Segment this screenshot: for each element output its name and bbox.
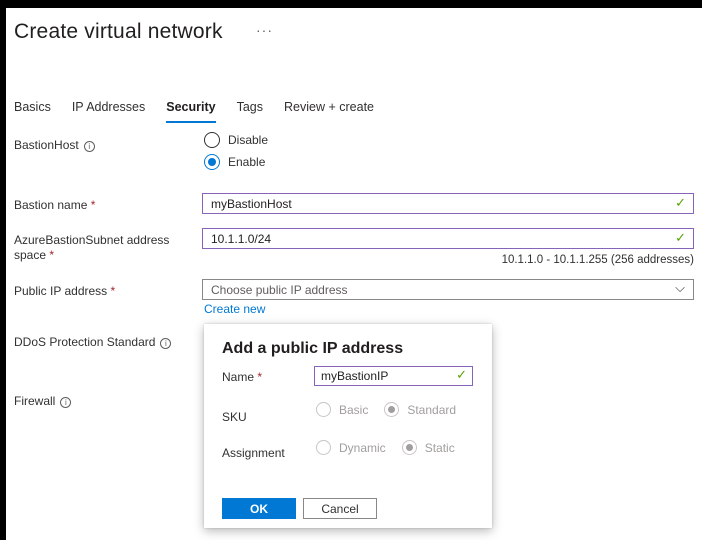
page-title: Create virtual network	[14, 20, 223, 43]
check-icon: ✓	[675, 230, 686, 245]
more-options-icon[interactable]: ···	[256, 22, 273, 38]
info-icon[interactable]: i	[83, 141, 95, 152]
radio-basic[interactable]	[316, 402, 331, 417]
info-icon[interactable]: i	[60, 397, 72, 408]
radio-dynamic[interactable]	[316, 440, 331, 455]
create-new-link[interactable]: Create new	[204, 302, 265, 316]
public-ip-label: Public IP address *	[14, 284, 116, 298]
bastion-name-label: Bastion name *	[14, 198, 96, 212]
blade: Create virtual network ··· Basics IP Add…	[6, 8, 702, 540]
add-public-ip-dialog: Add a public IP address Name * myBastion…	[204, 324, 492, 528]
bastion-name-input[interactable]: myBastionHost ✓	[202, 193, 694, 214]
sku-radio-group: Basic Standard	[316, 402, 456, 417]
chevron-down-icon: ⌵	[675, 280, 685, 295]
ok-button[interactable]: OK	[222, 498, 296, 519]
tab-ip-addresses[interactable]: IP Addresses	[72, 100, 145, 126]
bastion-host-label: BastionHost i	[14, 138, 95, 153]
wizard-tabs: Basics IP Addresses Security Tags Review…	[14, 100, 395, 126]
cancel-button[interactable]: Cancel	[303, 498, 377, 519]
radio-static[interactable]	[401, 440, 417, 455]
radio-checked-icon[interactable]	[204, 154, 220, 170]
radio-disable[interactable]: Disable	[204, 132, 268, 148]
check-icon: ✓	[456, 367, 467, 382]
subnet-address-label: AzureBastionSubnet address space *	[14, 233, 170, 262]
firewall-label: Firewall i	[14, 394, 72, 409]
radio-enable[interactable]: Enable	[204, 154, 265, 170]
radio-standard[interactable]	[384, 402, 400, 417]
tab-review-create[interactable]: Review + create	[284, 100, 374, 126]
ddos-label: DDoS Protection Standard i	[14, 335, 172, 350]
public-ip-dropdown[interactable]: Choose public IP address ⌵	[202, 279, 694, 300]
ip-name-input[interactable]: myBastionIP ✓	[314, 366, 473, 386]
check-icon: ✓	[675, 195, 686, 210]
subnet-address-input[interactable]: 10.1.1.0/24 ✓	[202, 228, 694, 249]
radio-circle-icon[interactable]	[204, 132, 220, 148]
name-label: Name *	[222, 370, 263, 384]
tab-basics[interactable]: Basics	[14, 100, 51, 126]
assignment-radio-group: Dynamic Static	[316, 440, 455, 455]
assignment-label: Assignment	[222, 446, 285, 460]
tab-tags[interactable]: Tags	[237, 100, 263, 126]
address-range-hint: 10.1.1.0 - 10.1.1.255 (256 addresses)	[501, 254, 694, 266]
info-icon[interactable]: i	[160, 338, 172, 349]
tab-security[interactable]: Security	[166, 100, 216, 126]
dialog-title: Add a public IP address	[222, 340, 404, 357]
sku-label: SKU	[222, 410, 247, 424]
